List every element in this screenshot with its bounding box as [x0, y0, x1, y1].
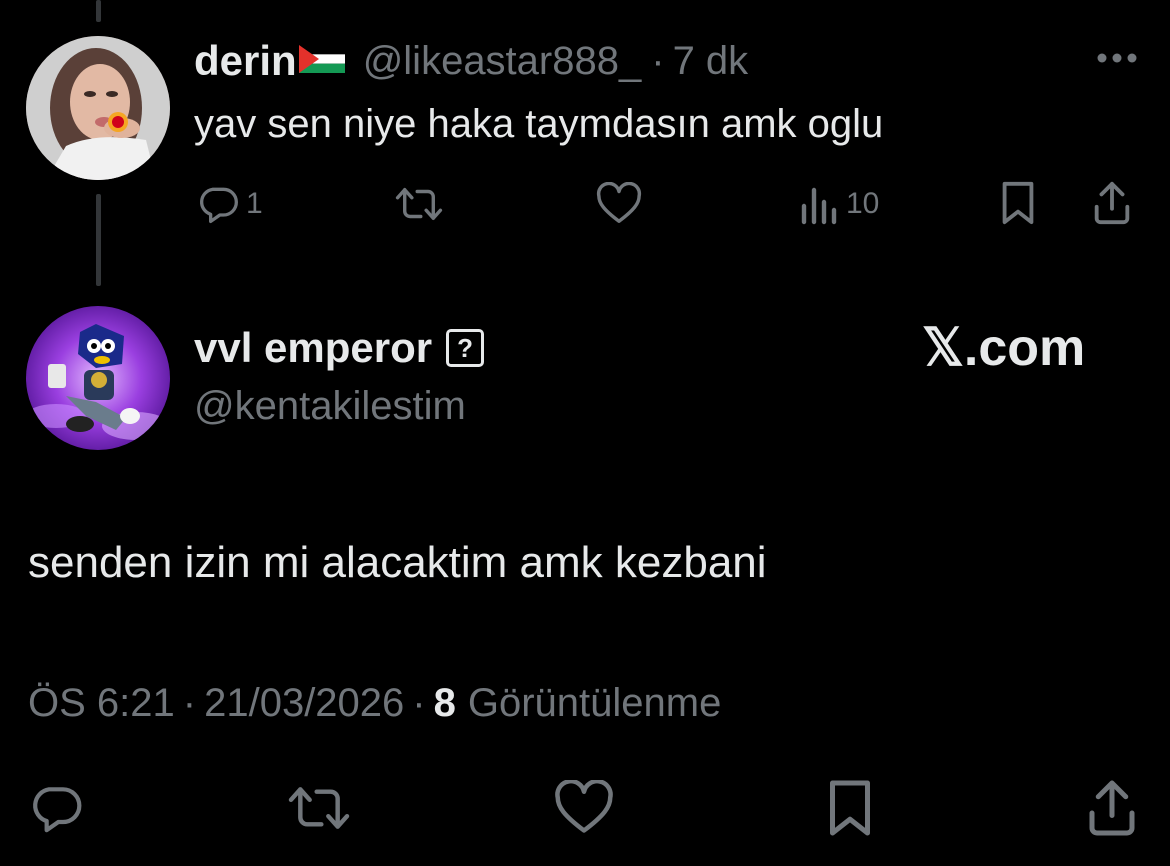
- main-meta: ÖS 6:21 · 21/03/2026 · 8 Görüntülenme: [28, 678, 721, 728]
- reply-time[interactable]: 7 dk: [673, 39, 749, 84]
- reply-separator: ·: [651, 38, 665, 83]
- main-meta-separator-2: ·: [412, 680, 426, 725]
- reply-icon: [28, 780, 84, 836]
- reply-avatar[interactable]: [26, 36, 170, 180]
- main-date[interactable]: 21/03/2026: [204, 681, 404, 726]
- bookmark-icon: [998, 180, 1038, 226]
- views-button[interactable]: 10: [800, 182, 879, 226]
- unknown-badge-icon: ?: [446, 329, 485, 367]
- share-icon: [1084, 778, 1140, 838]
- main-text: senden izin mi alacaktim amk kezbani: [28, 538, 767, 587]
- like-button[interactable]: [596, 182, 642, 226]
- main-share-button[interactable]: [1084, 778, 1140, 838]
- x-com-watermark: 𝕏.com: [922, 319, 1086, 377]
- view-count: 10: [846, 187, 880, 220]
- more-icon[interactable]: [1094, 50, 1140, 71]
- main-views-label: Görüntülenme: [467, 680, 722, 725]
- reply-icon: [196, 182, 240, 226]
- like-icon: [554, 780, 614, 836]
- main-handle[interactable]: @kentakilestim: [194, 384, 466, 429]
- bookmark-icon: [824, 778, 876, 838]
- reply-display-name[interactable]: derin: [194, 37, 297, 85]
- main-display-name[interactable]: vvl emperor: [194, 324, 432, 372]
- retweet-icon: [286, 780, 352, 836]
- retweet-button[interactable]: [394, 182, 444, 226]
- like-icon: [596, 182, 642, 226]
- reply-count: 1: [246, 187, 263, 220]
- reply-handle[interactable]: @likeastar888_: [363, 39, 642, 84]
- thread-line-top: [96, 0, 101, 22]
- share-button[interactable]: [1090, 180, 1134, 226]
- reply-button[interactable]: 1: [196, 182, 263, 226]
- main-views-count: 8: [433, 680, 456, 725]
- main-header: vvl emperor ?: [194, 322, 485, 374]
- thread-line: [96, 194, 101, 286]
- palestine-flag-icon: [298, 44, 345, 78]
- main-like-button[interactable]: [554, 780, 614, 836]
- main-avatar-image: [26, 306, 170, 450]
- bookmark-button[interactable]: [998, 180, 1038, 226]
- main-avatar[interactable]: [26, 306, 170, 450]
- main-meta-separator-1: ·: [182, 680, 197, 725]
- reply-text: yav sen niye haka taymdasın amk oglu: [194, 102, 884, 146]
- retweet-icon: [394, 182, 444, 226]
- share-icon: [1090, 180, 1134, 226]
- views-icon: [800, 182, 840, 226]
- reply-avatar-image: [26, 36, 170, 180]
- main-reply-button[interactable]: [28, 780, 84, 836]
- main-retweet-button[interactable]: [286, 780, 352, 836]
- reply-header: derin @likeastar888_ · 7 dk: [194, 36, 748, 86]
- main-time[interactable]: ÖS 6:21: [28, 681, 175, 726]
- main-bookmark-button[interactable]: [824, 778, 876, 838]
